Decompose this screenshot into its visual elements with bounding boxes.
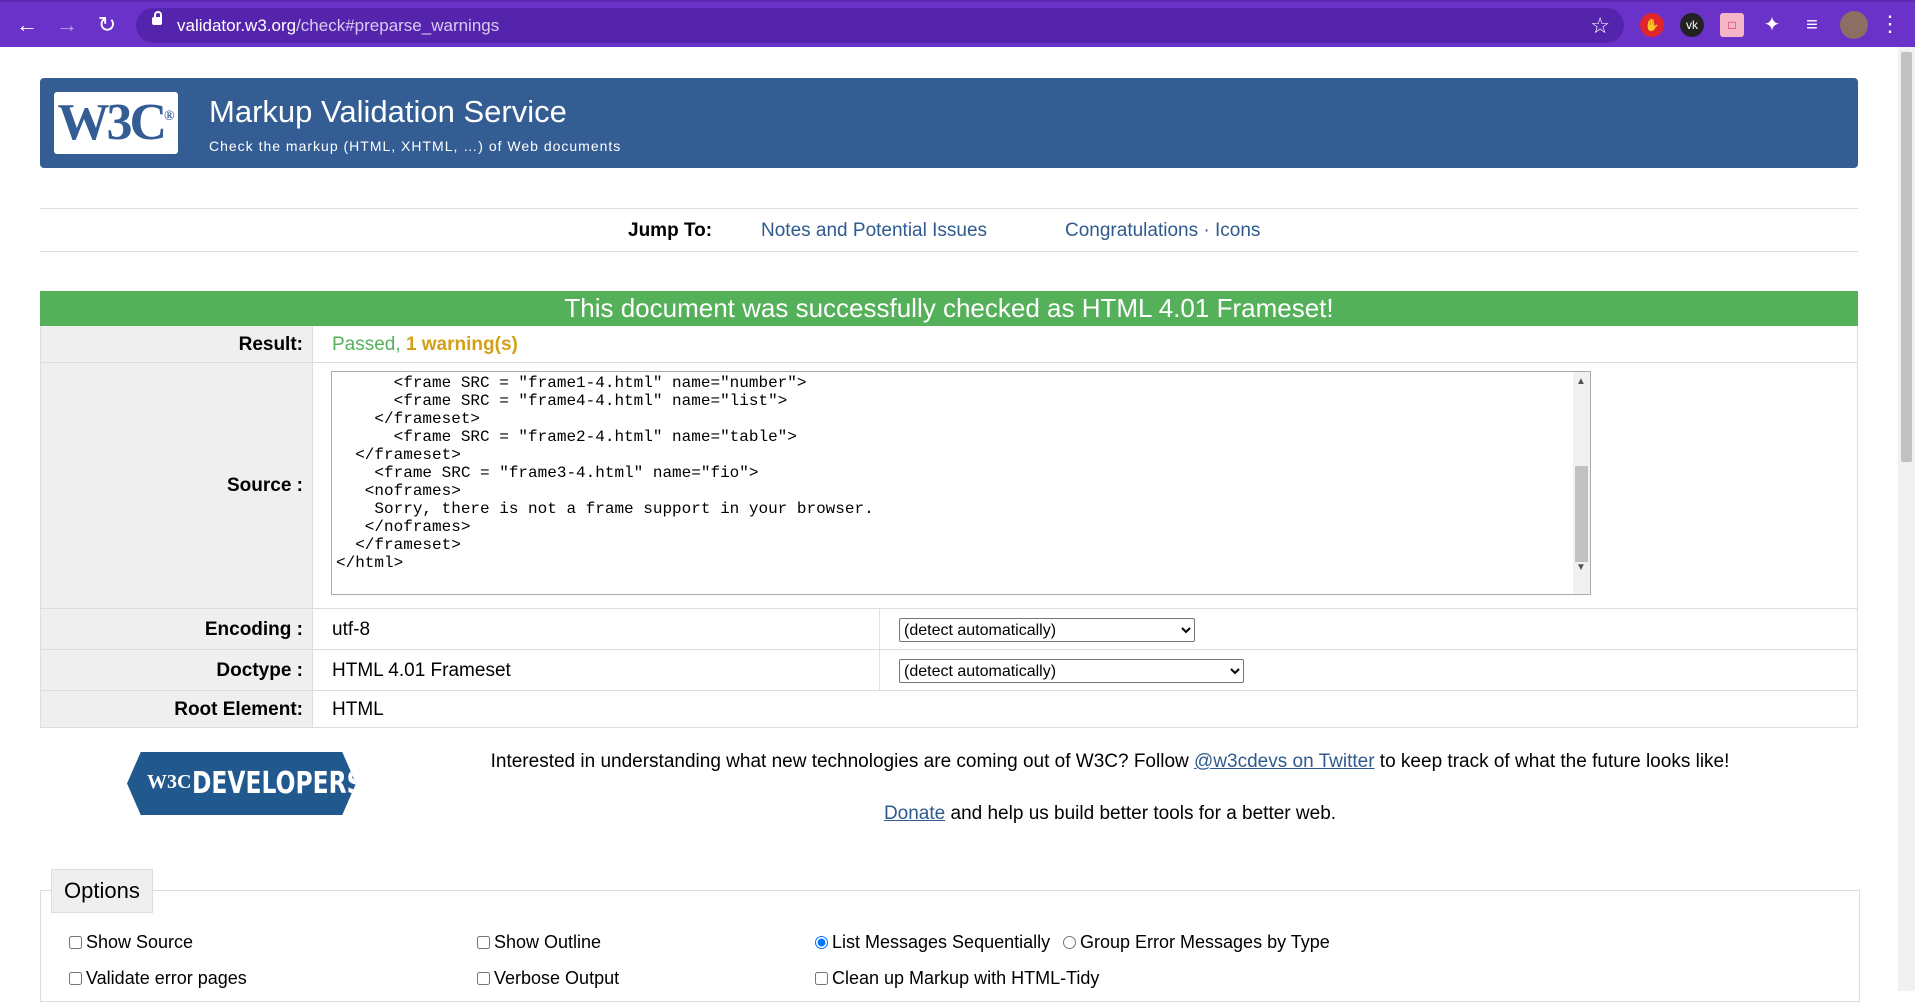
page-scrollbar-thumb[interactable] <box>1901 52 1912 462</box>
success-banner: This document was successfully checked a… <box>40 291 1858 326</box>
extension-stop-icon[interactable]: ✋ <box>1640 13 1664 37</box>
source-textarea[interactable]: <frame SRC = "frame1-4.html" name="numbe… <box>331 371 1591 595</box>
encoding-label: Encoding : <box>204 619 303 640</box>
page-subtitle: Check the markup (HTML, XHTML, …) of Web… <box>209 138 622 154</box>
source-scrollbar-thumb[interactable] <box>1575 466 1588 562</box>
donate-link[interactable]: Donate <box>884 803 945 824</box>
scroll-down-icon[interactable]: ▼ <box>1576 562 1586 573</box>
encoding-row: Encoding : utf-8 (detect automatically) <box>40 609 1858 650</box>
url-text: validator.w3.org/check#preparse_warnings <box>177 16 500 35</box>
reload-icon[interactable]: ↻ <box>94 12 120 38</box>
jump-to-label: Jump To: <box>628 220 713 241</box>
source-row: Source : <frame SRC = "frame1-4.html" na… <box>40 363 1858 609</box>
address-bar[interactable]: validator.w3.org/check#preparse_warnings… <box>136 8 1624 43</box>
root-element-value: HTML <box>332 699 384 720</box>
clean-up-markup-option[interactable]: Clean up Markup with HTML-Tidy <box>815 968 1099 989</box>
validate-error-pages-option[interactable]: Validate error pages <box>69 968 247 989</box>
doctype-value: HTML 4.01 Frameset <box>332 660 511 681</box>
browser-toolbar: ← → ↻ validator.w3.org/check#preparse_wa… <box>0 0 1915 47</box>
source-scrollbar[interactable]: ▲ ▼ <box>1573 372 1590 594</box>
donate-message: Donate and help us build better tools fo… <box>883 803 1337 824</box>
options-fieldset: Options Show Source Show Outline List Me… <box>40 869 1860 1002</box>
root-element-label: Root Element: <box>174 699 303 720</box>
validate-error-pages-checkbox[interactable] <box>69 972 82 985</box>
options-legend: Options <box>51 869 153 913</box>
page-title: Markup Validation Service <box>209 94 567 129</box>
encoding-value: utf-8 <box>332 619 371 640</box>
scroll-up-icon[interactable]: ▲ <box>1576 376 1586 387</box>
doctype-select[interactable]: (detect automatically) <box>899 659 1244 683</box>
browser-menu-icon[interactable]: ⋮ <box>1879 11 1901 37</box>
doctype-row: Doctype : HTML 4.01 Frameset (detect aut… <box>40 650 1858 691</box>
notes-link[interactable]: Notes and Potential Issues <box>761 220 987 242</box>
show-outline-option[interactable]: Show Outline <box>477 932 601 953</box>
show-source-option[interactable]: Show Source <box>69 932 193 953</box>
source-code: <frame SRC = "frame1-4.html" name="numbe… <box>336 374 874 572</box>
verbose-output-option[interactable]: Verbose Output <box>477 968 619 989</box>
verbose-output-checkbox[interactable] <box>477 972 490 985</box>
group-by-type-option[interactable]: Group Error Messages by Type <box>1063 932 1330 953</box>
result-label: Result: <box>238 334 303 355</box>
twitter-link[interactable]: @w3cdevs on Twitter <box>1194 751 1375 772</box>
list-sequential-option[interactable]: List Messages Sequentially <box>815 932 1050 953</box>
extension-calendar-icon[interactable]: □ <box>1720 13 1744 37</box>
bookmark-star-icon[interactable]: ☆ <box>1590 13 1610 39</box>
w3c-logo[interactable]: W3C® <box>54 92 178 154</box>
jump-to-bar: Jump To: Notes and Potential Issues Cong… <box>40 208 1858 252</box>
result-row: Result: Passed, 1 warning(s) <box>40 326 1858 363</box>
root-element-row: Root Element: HTML <box>40 691 1858 728</box>
header-banner: W3C® Markup Validation Service Check the… <box>40 78 1858 168</box>
source-label: Source : <box>226 475 303 496</box>
lock-icon <box>152 11 162 25</box>
extension-vk-icon[interactable]: vk <box>1680 13 1704 37</box>
back-arrow-icon[interactable]: ← <box>14 12 40 38</box>
developers-message: Interested in understanding what new tec… <box>490 751 1730 772</box>
show-outline-checkbox[interactable] <box>477 936 490 949</box>
doctype-label: Doctype : <box>216 660 303 681</box>
forward-arrow-icon[interactable]: → <box>54 12 80 38</box>
group-by-type-radio[interactable] <box>1063 936 1076 949</box>
clean-up-markup-checkbox[interactable] <box>815 972 828 985</box>
encoding-select[interactable]: (detect automatically) <box>899 618 1195 642</box>
show-source-checkbox[interactable] <box>69 936 82 949</box>
extensions-puzzle-icon[interactable]: ✦ <box>1760 13 1784 37</box>
page-scrollbar[interactable] <box>1898 47 1915 991</box>
profile-avatar[interactable] <box>1840 11 1868 39</box>
warnings-link[interactable]: 1 warning(s) <box>406 334 518 355</box>
list-sequential-radio[interactable] <box>815 936 828 949</box>
result-value: Passed, 1 warning(s) <box>332 334 518 355</box>
congratulations-icons-link[interactable]: Congratulations · Icons <box>1065 220 1260 242</box>
reading-list-icon[interactable]: ≡ <box>1800 13 1824 37</box>
